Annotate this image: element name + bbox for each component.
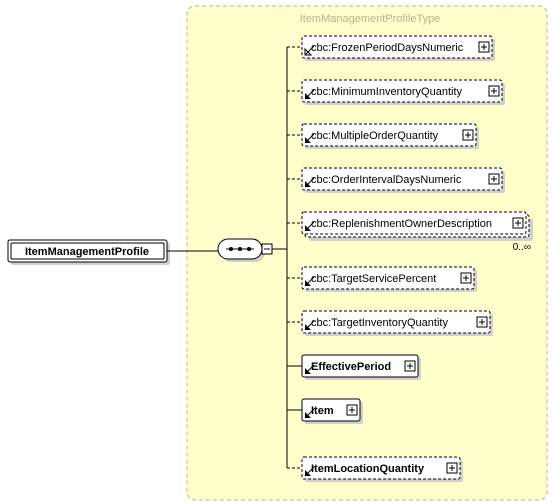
child-expand-7[interactable] bbox=[477, 317, 487, 327]
child-item-location-quantity: ItemLocationQuantity bbox=[287, 457, 463, 482]
child-target-inventory-quantity: cbc:TargetInventoryQuantity bbox=[287, 311, 493, 336]
child-expand-4[interactable] bbox=[489, 174, 499, 184]
svg-text:cbc:TargetServicePercent: cbc:TargetServicePercent bbox=[311, 273, 436, 285]
svg-text:cbc:TargetInventoryQuantity: cbc:TargetInventoryQuantity bbox=[311, 317, 448, 329]
child-effective-period: EffectivePeriod bbox=[287, 355, 421, 380]
type-label: ItemManagementProfileType bbox=[300, 13, 441, 25]
child-target-service-percent: cbc:TargetServicePercent bbox=[287, 267, 477, 292]
sequence-compositor bbox=[218, 239, 265, 262]
svg-text:cbc:ReplenishmentOwnerDescript: cbc:ReplenishmentOwnerDescription bbox=[311, 218, 492, 230]
child-expand-8[interactable] bbox=[405, 361, 415, 371]
svg-text:cbc:FrozenPeriodDaysNumeric: cbc:FrozenPeriodDaysNumeric bbox=[311, 42, 464, 54]
svg-text:Item: Item bbox=[311, 405, 334, 417]
child-multiple-order-quantity: cbc:MultipleOrderQuantity bbox=[287, 124, 479, 149]
child-expand-6[interactable] bbox=[461, 273, 471, 283]
root-element: ItemManagementProfile bbox=[8, 240, 170, 265]
sequence-expand-toggle[interactable] bbox=[262, 244, 272, 254]
svg-text:cbc:OrderIntervalDaysNumeric: cbc:OrderIntervalDaysNumeric bbox=[311, 174, 462, 186]
child-minimum-inventory-quantity: cbc:MinimumInventoryQuantity bbox=[287, 80, 505, 105]
child-expand-10[interactable] bbox=[447, 463, 457, 473]
svg-text:EffectivePeriod: EffectivePeriod bbox=[311, 361, 391, 373]
svg-text:cbc:MultipleOrderQuantity: cbc:MultipleOrderQuantity bbox=[311, 130, 439, 142]
child-expand-2[interactable] bbox=[489, 86, 499, 96]
cardinality-label: 0..∞ bbox=[513, 242, 531, 253]
child-frozen-period-days-numeric: cbc:FrozenPeriodDaysNumeric bbox=[287, 36, 495, 61]
svg-text:cbc:MinimumInventoryQuantity: cbc:MinimumInventoryQuantity bbox=[311, 86, 462, 98]
child-expand-5[interactable] bbox=[513, 218, 523, 228]
svg-text:ItemLocationQuantity: ItemLocationQuantity bbox=[311, 463, 425, 475]
child-order-interval-days-numeric: cbc:OrderIntervalDaysNumeric bbox=[287, 168, 505, 193]
child-expand-9[interactable] bbox=[347, 405, 357, 415]
child-expand-3[interactable] bbox=[463, 130, 473, 140]
child-expand-1[interactable] bbox=[479, 42, 489, 52]
svg-text:ItemManagementProfile: ItemManagementProfile bbox=[25, 246, 149, 258]
